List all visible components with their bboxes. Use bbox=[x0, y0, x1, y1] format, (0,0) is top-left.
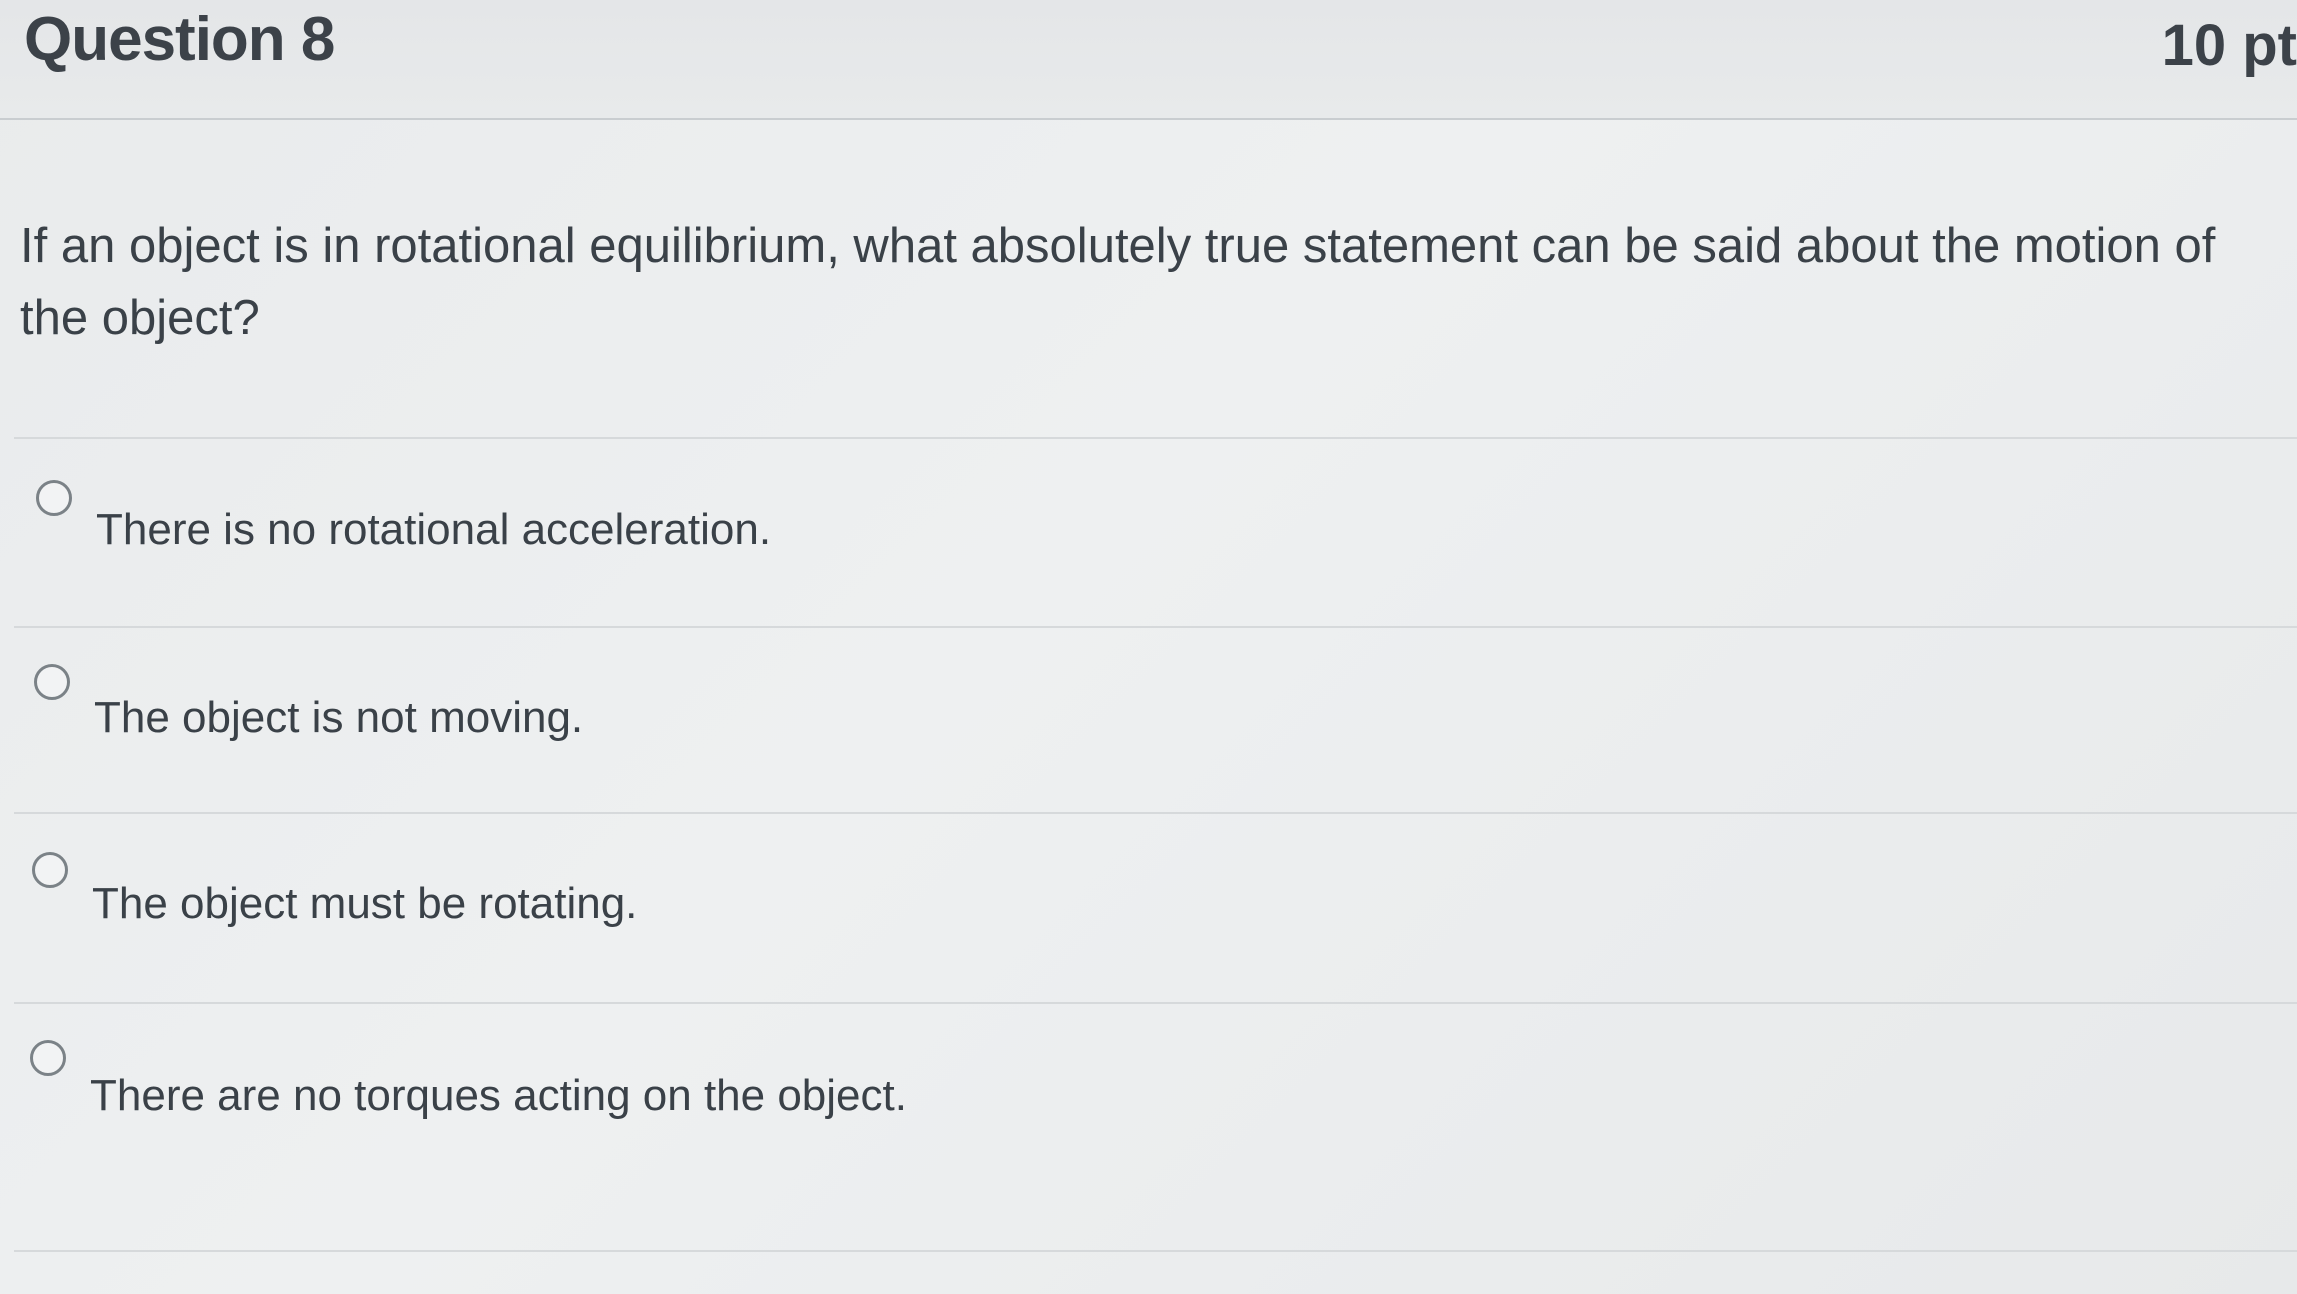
answer-option-3[interactable]: The object must be rotating. bbox=[0, 814, 2297, 964]
question-title: Question 8 bbox=[24, 5, 335, 74]
radio-button[interactable] bbox=[36, 480, 72, 516]
radio-button[interactable] bbox=[30, 1040, 66, 1076]
answer-label[interactable]: There are no torques acting on the objec… bbox=[90, 1071, 907, 1121]
question-points: 10 pt bbox=[2161, 13, 2297, 78]
divider bbox=[14, 437, 2297, 439]
answer-label[interactable]: The object must be rotating. bbox=[92, 879, 637, 929]
radio-button[interactable] bbox=[32, 852, 68, 888]
answer-label[interactable]: The object is not moving. bbox=[94, 693, 583, 743]
answer-option-1[interactable]: There is no rotational acceleration. bbox=[0, 440, 2297, 590]
radio-button[interactable] bbox=[34, 664, 70, 700]
divider bbox=[14, 1250, 2297, 1252]
question-header: Question 8 10 pt bbox=[0, 0, 2297, 120]
question-text: If an object is in rotational equilibriu… bbox=[20, 219, 2216, 345]
quiz-question-page: Question 8 10 pt If an object is in rota… bbox=[0, 0, 2297, 1294]
answer-label[interactable]: There is no rotational acceleration. bbox=[96, 505, 771, 555]
answer-option-4[interactable]: There are no torques acting on the objec… bbox=[0, 1004, 2297, 1154]
answer-option-2[interactable]: The object is not moving. bbox=[0, 628, 2297, 778]
